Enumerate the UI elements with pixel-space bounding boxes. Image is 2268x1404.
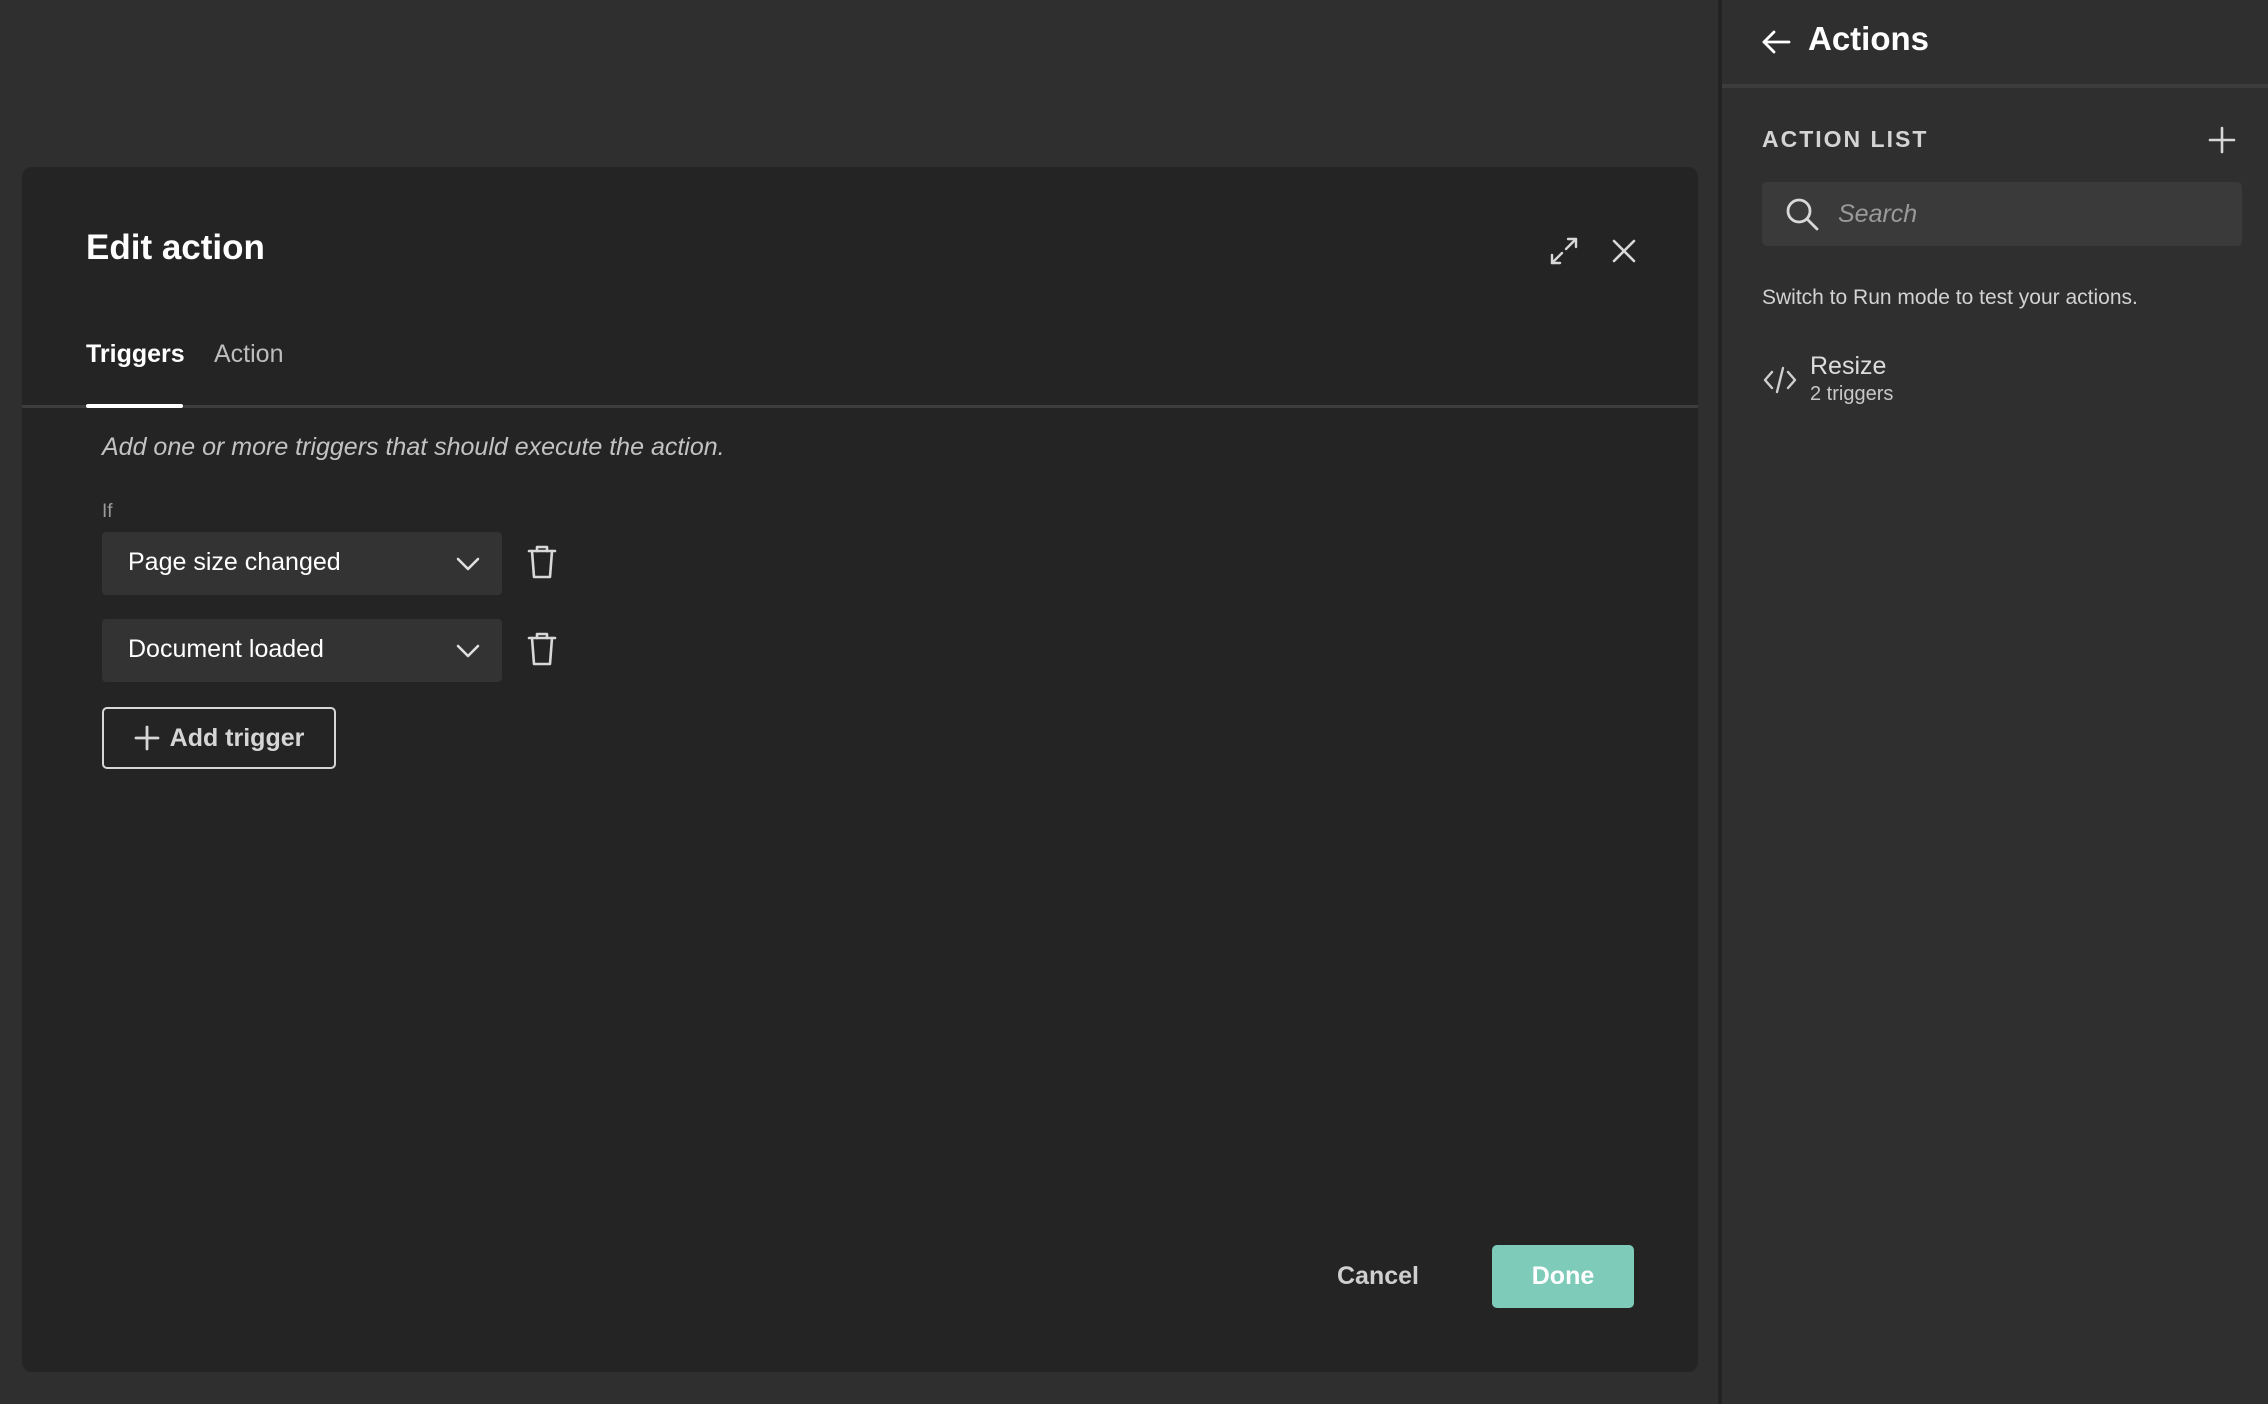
trigger-select-value: Document loaded [128, 635, 324, 663]
search-icon [1786, 198, 1819, 231]
delete-trigger-button-2[interactable] [522, 627, 562, 671]
action-item-resize[interactable]: Resize 2 triggers [1756, 350, 2236, 414]
plus-icon [2208, 126, 2236, 154]
trigger-select-1[interactable]: Page size changed [102, 532, 502, 595]
close-button[interactable] [1604, 231, 1644, 271]
close-icon [1612, 239, 1636, 263]
search-input[interactable] [1838, 182, 2228, 246]
trash-icon [527, 632, 557, 666]
action-list-heading: ACTION LIST [1762, 126, 1929, 152]
expand-icon [1550, 237, 1578, 265]
delete-trigger-button-1[interactable] [522, 540, 562, 584]
add-trigger-button[interactable]: Add trigger [102, 707, 336, 769]
panel-header: Actions [1722, 0, 2268, 88]
triggers-hint: Add one or more triggers that should exe… [102, 433, 725, 461]
tab-action[interactable]: Action [214, 337, 283, 405]
add-trigger-label: Add trigger [169, 723, 305, 752]
edit-action-dialog: Edit action Triggers Action Add one or m… [22, 167, 1698, 1372]
cancel-button[interactable]: Cancel [1318, 1245, 1438, 1307]
actions-panel: Actions ACTION LIST Switch to Run mode t… [1718, 0, 2268, 1404]
panel-title: Actions [1808, 20, 1930, 57]
dialog-title: Edit action [86, 228, 265, 267]
run-mode-hint: Switch to Run mode to test your actions. [1762, 286, 2138, 309]
trigger-select-value: Page size changed [128, 548, 341, 576]
add-action-button[interactable] [2202, 120, 2242, 160]
expand-button[interactable] [1544, 231, 1584, 271]
trigger-select-2[interactable]: Document loaded [102, 619, 502, 682]
plus-icon [134, 725, 160, 751]
code-icon [1763, 366, 1797, 394]
action-name: Resize [1810, 352, 1887, 380]
back-button[interactable] [1756, 22, 1796, 62]
search-box [1762, 182, 2242, 246]
tab-triggers[interactable]: Triggers [86, 337, 185, 408]
trash-icon [527, 545, 557, 579]
chevron-down-icon [456, 644, 480, 658]
dialog-tabs: Triggers Action [22, 337, 1698, 408]
if-label: If [102, 501, 113, 522]
action-trigger-count: 2 triggers [1810, 383, 1894, 405]
arrow-left-icon [1762, 30, 1791, 54]
done-button[interactable]: Done [1492, 1245, 1634, 1308]
chevron-down-icon [456, 557, 480, 571]
